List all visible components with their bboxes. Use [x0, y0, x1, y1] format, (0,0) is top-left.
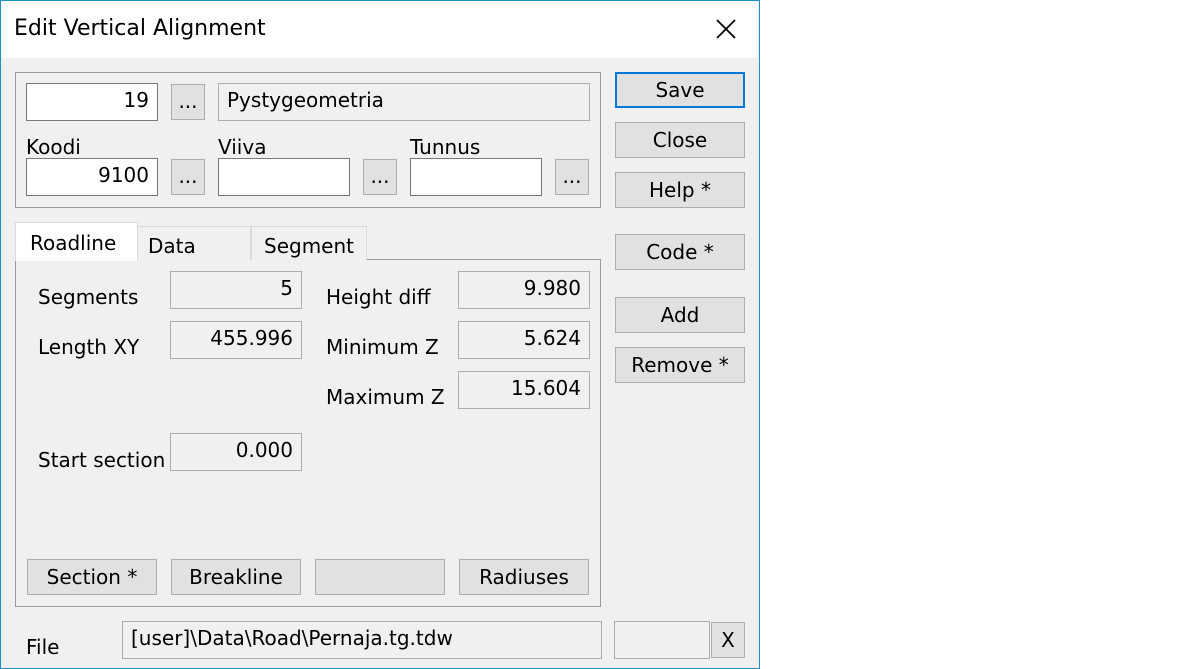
- tab-segment[interactable]: Segment: [251, 226, 367, 260]
- koodi-field[interactable]: 9100: [26, 158, 158, 196]
- tab-data[interactable]: Data: [137, 226, 251, 260]
- close-icon[interactable]: [706, 12, 746, 48]
- id-browse-button[interactable]: ...: [171, 84, 205, 120]
- start-section-label: Start section: [38, 448, 166, 472]
- length-xy-field: 455.996: [170, 321, 302, 359]
- radiuses-button[interactable]: Radiuses: [459, 559, 589, 595]
- id-field[interactable]: 19: [26, 83, 158, 121]
- height-diff-label: Height diff: [326, 285, 431, 309]
- viiva-field[interactable]: [218, 158, 350, 196]
- help-button[interactable]: Help *: [615, 172, 745, 208]
- segments-label: Segments: [38, 285, 139, 309]
- start-section-field: 0.000: [170, 433, 302, 471]
- blank-button[interactable]: [315, 559, 445, 595]
- viiva-browse-button[interactable]: ...: [363, 159, 397, 195]
- viiva-label: Viiva: [218, 135, 267, 159]
- close-button[interactable]: Close: [615, 122, 745, 158]
- name-field: Pystygeometria: [218, 83, 590, 121]
- koodi-label: Koodi: [26, 135, 81, 159]
- window-title: Edit Vertical Alignment: [14, 16, 266, 41]
- file-path-field: [user]\Data\Road\Pernaja.tg.tdw: [122, 621, 602, 659]
- tunnus-browse-button[interactable]: ...: [555, 159, 589, 195]
- section-button[interactable]: Section *: [27, 559, 157, 595]
- length-xy-label: Length XY: [38, 335, 140, 359]
- tunnus-label: Tunnus: [410, 135, 481, 159]
- segments-field: 5: [170, 271, 302, 309]
- clear-file-button[interactable]: X: [711, 622, 745, 658]
- height-diff-field: 9.980: [458, 271, 590, 309]
- koodi-browse-button[interactable]: ...: [171, 159, 205, 195]
- save-button[interactable]: Save: [615, 72, 745, 108]
- breakline-button[interactable]: Breakline: [171, 559, 301, 595]
- file-label: File: [26, 635, 60, 659]
- minimum-z-field: 5.624: [458, 321, 590, 359]
- add-button[interactable]: Add: [615, 297, 745, 333]
- remove-button[interactable]: Remove *: [615, 347, 745, 383]
- file-extra-field: [614, 621, 710, 659]
- code-button[interactable]: Code *: [615, 234, 745, 270]
- maximum-z-field: 15.604: [458, 371, 590, 409]
- minimum-z-label: Minimum Z: [326, 335, 439, 359]
- tab-roadline[interactable]: Roadline: [15, 222, 138, 261]
- tunnus-field[interactable]: [410, 158, 542, 196]
- roadline-panel: [15, 259, 601, 607]
- maximum-z-label: Maximum Z: [326, 385, 445, 409]
